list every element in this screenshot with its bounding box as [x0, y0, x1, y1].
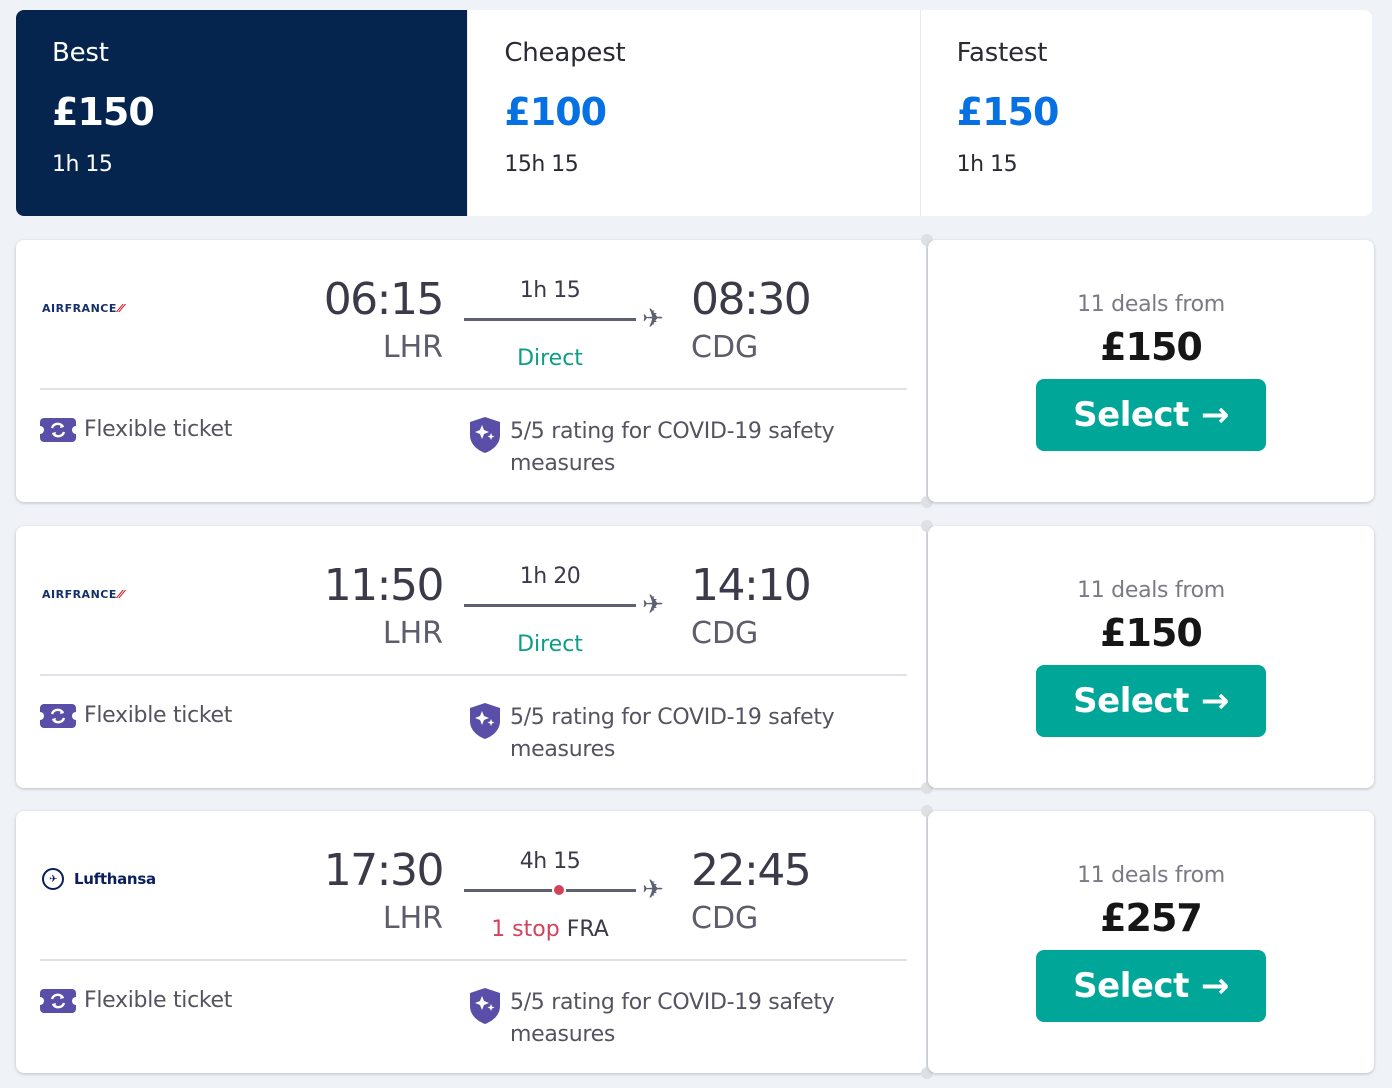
shield-sparkle-icon	[468, 987, 502, 1029]
departure-airport: LHR	[382, 330, 443, 365]
flexible-ticket-text: Flexible ticket	[84, 417, 233, 442]
select-button[interactable]: Select →	[1036, 950, 1266, 1022]
tab-label: Best	[52, 38, 109, 68]
itinerary-panel[interactable]: AIRFRANCE ⁄⁄ 11:50 LHR 1h 20 ✈ Direct 14:…	[16, 526, 927, 788]
stops-label: Direct	[517, 346, 583, 371]
price-panel: 11 deals from £150 Select →	[928, 240, 1374, 502]
shield-sparkle-icon	[468, 416, 502, 458]
arrival-time: 14:10	[691, 560, 812, 611]
arrival-airport: CDG	[691, 901, 759, 936]
stops-label: Direct	[517, 632, 583, 657]
tab-cheapest[interactable]: Cheapest £100 15h 15	[467, 10, 920, 216]
divider	[40, 388, 907, 390]
tab-price: £150	[52, 90, 155, 134]
price: £257	[1100, 896, 1203, 940]
tab-best[interactable]: Best £150 1h 15	[16, 10, 468, 216]
arrival-airport: CDG	[691, 330, 759, 365]
tab-price: £100	[504, 90, 607, 134]
flexible-ticket-icon	[36, 416, 80, 448]
departure-airport: LHR	[382, 616, 443, 651]
tab-duration: 1h 15	[956, 152, 1018, 177]
lufthansa-crane-icon: ✈	[42, 868, 64, 890]
flexible-ticket-feature: Flexible ticket	[36, 702, 233, 734]
deals-text: 11 deals from	[1077, 292, 1225, 317]
flexible-ticket-text: Flexible ticket	[84, 988, 233, 1013]
deals-text: 11 deals from	[1077, 578, 1225, 603]
tab-duration: 1h 15	[52, 152, 113, 177]
stops-info: Direct	[464, 632, 636, 657]
covid-rating-text: 5/5 rating for COVID-19 safety measures	[510, 419, 835, 476]
arrow-right-icon: →	[1200, 966, 1230, 1006]
flight-duration: 1h 20	[519, 564, 581, 589]
price: £150	[1100, 611, 1203, 655]
stops-label: 1 stop	[491, 917, 560, 942]
flexible-ticket-icon	[36, 987, 80, 1019]
airfrance-mark-icon: ⁄⁄	[118, 301, 124, 315]
price: £150	[1100, 325, 1203, 369]
deals-text: 11 deals from	[1077, 863, 1225, 888]
flexible-ticket-text: Flexible ticket	[84, 703, 233, 728]
route-line	[464, 604, 636, 607]
flight-result-card[interactable]: AIRFRANCE ⁄⁄ 06:15 LHR 1h 15 ✈ Direct 08:…	[16, 234, 1374, 508]
select-button-label: Select	[1073, 395, 1189, 435]
shield-sparkle-icon	[468, 702, 502, 744]
arrow-right-icon: →	[1200, 395, 1230, 435]
airfrance-mark-icon: ⁄⁄	[118, 587, 124, 601]
plane-icon: ✈	[642, 304, 664, 334]
flexible-ticket-feature: Flexible ticket	[36, 987, 233, 1019]
flexible-ticket-icon	[36, 702, 80, 734]
departure-airport: LHR	[382, 901, 443, 936]
airline-logo-airfrance: AIRFRANCE ⁄⁄	[42, 294, 124, 322]
covid-rating-feature: 5/5 rating for COVID-19 safety measures	[468, 416, 870, 480]
itinerary-panel[interactable]: ✈ Lufthansa 17:30 LHR 4h 15 ✈ 1 stop FRA…	[16, 811, 927, 1073]
covid-rating-feature: 5/5 rating for COVID-19 safety measures	[468, 987, 870, 1051]
arrival-time: 08:30	[691, 274, 812, 325]
flight-duration: 4h 15	[519, 849, 581, 874]
flight-duration: 1h 15	[519, 278, 581, 303]
arrival-airport: CDG	[691, 616, 759, 651]
departure-time: 11:50	[323, 560, 445, 611]
covid-rating-feature: 5/5 rating for COVID-19 safety measures	[468, 702, 870, 766]
select-button[interactable]: Select →	[1036, 379, 1266, 451]
sort-tabs: Best £150 1h 15 Cheapest £100 15h 15 Fas…	[16, 10, 1372, 216]
tab-duration: 15h 15	[504, 152, 579, 177]
plane-icon: ✈	[642, 875, 664, 905]
price-panel: 11 deals from £257 Select →	[928, 811, 1374, 1073]
arrow-right-icon: →	[1200, 681, 1230, 721]
divider	[40, 674, 907, 676]
price-panel: 11 deals from £150 Select →	[928, 526, 1374, 788]
departure-time: 17:30	[323, 845, 445, 896]
route-line	[464, 318, 636, 321]
itinerary-panel[interactable]: AIRFRANCE ⁄⁄ 06:15 LHR 1h 15 ✈ Direct 08:…	[16, 240, 927, 502]
tab-price: £150	[956, 90, 1060, 134]
departure-time: 06:15	[323, 274, 445, 325]
stop-marker	[552, 883, 566, 897]
plane-icon: ✈	[642, 590, 664, 620]
tab-label: Fastest	[956, 38, 1048, 68]
stops-info: 1 stop FRA	[464, 917, 636, 942]
select-button-label: Select	[1073, 681, 1189, 721]
stop-airport: FRA	[566, 917, 609, 942]
airline-logo-airfrance: AIRFRANCE ⁄⁄	[42, 580, 124, 608]
tab-fastest[interactable]: Fastest £150 1h 15	[919, 10, 1372, 216]
airline-name: AIRFRANCE	[42, 587, 117, 601]
divider	[40, 959, 907, 961]
airline-logo-lufthansa: ✈ Lufthansa	[42, 865, 156, 893]
flight-result-card[interactable]: ✈ Lufthansa 17:30 LHR 4h 15 ✈ 1 stop FRA…	[16, 805, 1374, 1079]
flight-result-card[interactable]: AIRFRANCE ⁄⁄ 11:50 LHR 1h 20 ✈ Direct 14:…	[16, 520, 1374, 794]
airline-name: Lufthansa	[74, 870, 156, 888]
tab-label: Cheapest	[504, 38, 626, 68]
airline-name: AIRFRANCE	[42, 301, 117, 315]
route-line	[464, 889, 636, 892]
flexible-ticket-feature: Flexible ticket	[36, 416, 233, 448]
covid-rating-text: 5/5 rating for COVID-19 safety measures	[510, 705, 835, 762]
stops-info: Direct	[464, 346, 636, 371]
arrival-time: 22:45	[691, 845, 812, 896]
select-button-label: Select	[1073, 966, 1189, 1006]
select-button[interactable]: Select →	[1036, 665, 1266, 737]
covid-rating-text: 5/5 rating for COVID-19 safety measures	[510, 990, 835, 1047]
